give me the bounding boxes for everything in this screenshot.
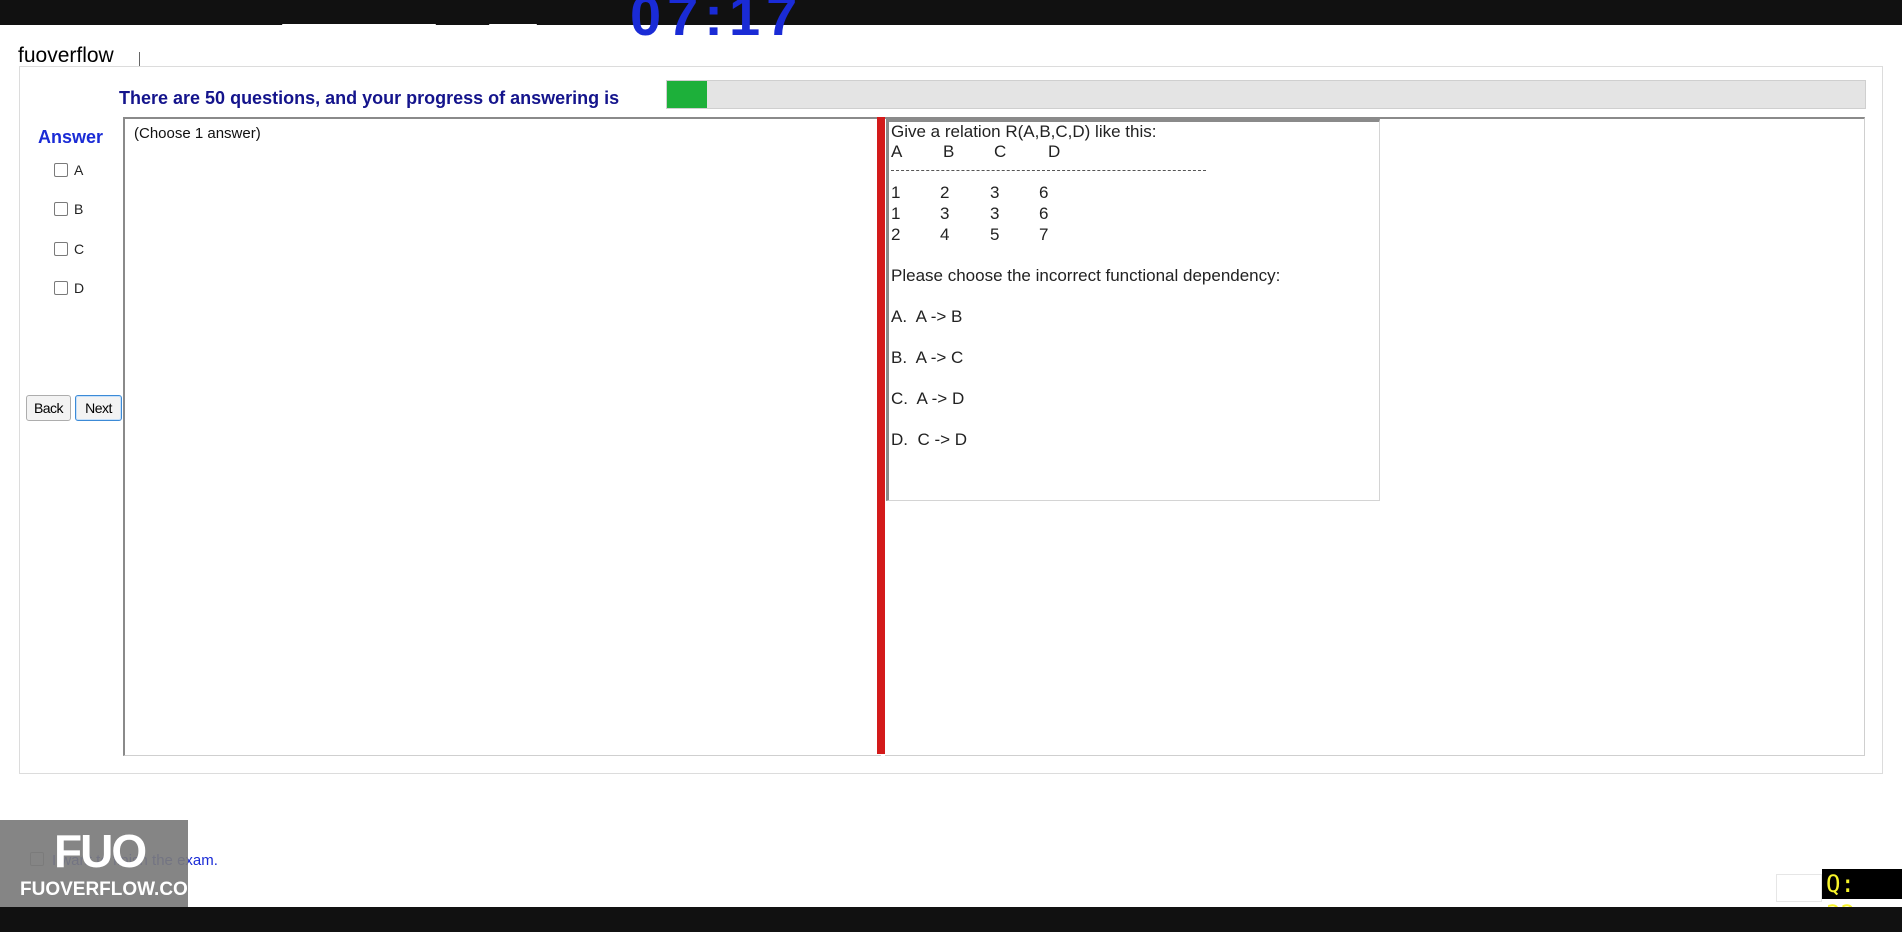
question-intro: Give a relation R(A,B,C,D) like this: — [891, 122, 1157, 141]
progress-fill — [667, 81, 707, 108]
table-cell: 7 — [1039, 225, 1049, 244]
font-size-field[interactable] — [489, 24, 537, 25]
bottom-bar — [0, 907, 1902, 932]
checkbox-d[interactable] — [54, 281, 68, 295]
table-cell: 1 — [891, 204, 901, 223]
progress-text: There are 50 questions, and your progres… — [119, 88, 620, 108]
answer-option-d[interactable]: D — [54, 280, 84, 296]
exam-code-field[interactable] — [282, 24, 436, 25]
logo-mark: FUO — [54, 825, 147, 877]
checkbox-a[interactable] — [54, 163, 68, 177]
answer-option-b-label: B — [74, 201, 84, 217]
table-cell: 1 — [891, 183, 901, 202]
table-divider — [891, 170, 1206, 171]
question-choice-b: B. A -> C — [891, 348, 964, 367]
table-cell: 2 — [891, 225, 901, 244]
back-button[interactable]: Back — [26, 395, 71, 421]
table-header-cell: B — [943, 142, 955, 161]
question-choice-c: C. A -> D — [891, 389, 965, 408]
top-bar: 07:17 — [0, 0, 1902, 25]
table-cell: 3 — [990, 204, 1000, 223]
question-choice-a: A. A -> B — [891, 307, 963, 326]
answer-option-a[interactable]: A — [54, 162, 83, 178]
pane-splitter[interactable] — [877, 117, 885, 754]
table-cell: 6 — [1039, 204, 1049, 223]
answer-option-b[interactable]: B — [54, 201, 83, 217]
answer-option-d-label: D — [74, 280, 85, 296]
question-counter: Q: 32 — [1822, 869, 1902, 928]
table-header-cell: C — [994, 142, 1007, 161]
timer-display-lower: 07:17 — [630, 25, 830, 39]
checkbox-b[interactable] — [54, 202, 68, 216]
counter-field — [1776, 874, 1822, 902]
table-cell: 6 — [1039, 183, 1049, 202]
table-cell: 3 — [940, 204, 950, 223]
next-button[interactable]: Next — [75, 395, 122, 421]
table-cell: 4 — [940, 225, 950, 244]
table-header-cell: A — [891, 142, 903, 161]
table-cell: 5 — [990, 225, 1000, 244]
answer-label: Answer — [38, 127, 104, 147]
answer-option-c-label: C — [74, 241, 85, 257]
answer-option-a-label: A — [74, 162, 84, 178]
site-label: fuoverflow — [18, 44, 114, 67]
answer-option-c[interactable]: C — [54, 241, 84, 257]
question-prompt: Please choose the incorrect functional d… — [891, 266, 1281, 285]
logo-site-text: FUOVERFLOW.COM — [20, 879, 204, 900]
table-header-cell: D — [1048, 142, 1061, 161]
question-choice-d: D. C -> D — [891, 430, 968, 449]
progress-bar — [666, 80, 1866, 109]
table-cell: 3 — [990, 183, 1000, 202]
checkbox-c[interactable] — [54, 242, 68, 256]
timer-display: 07:17 — [630, 0, 830, 25]
choose-hint: (Choose 1 answer) — [134, 125, 261, 142]
answer-pane — [123, 117, 881, 756]
table-cell: 2 — [940, 183, 950, 202]
